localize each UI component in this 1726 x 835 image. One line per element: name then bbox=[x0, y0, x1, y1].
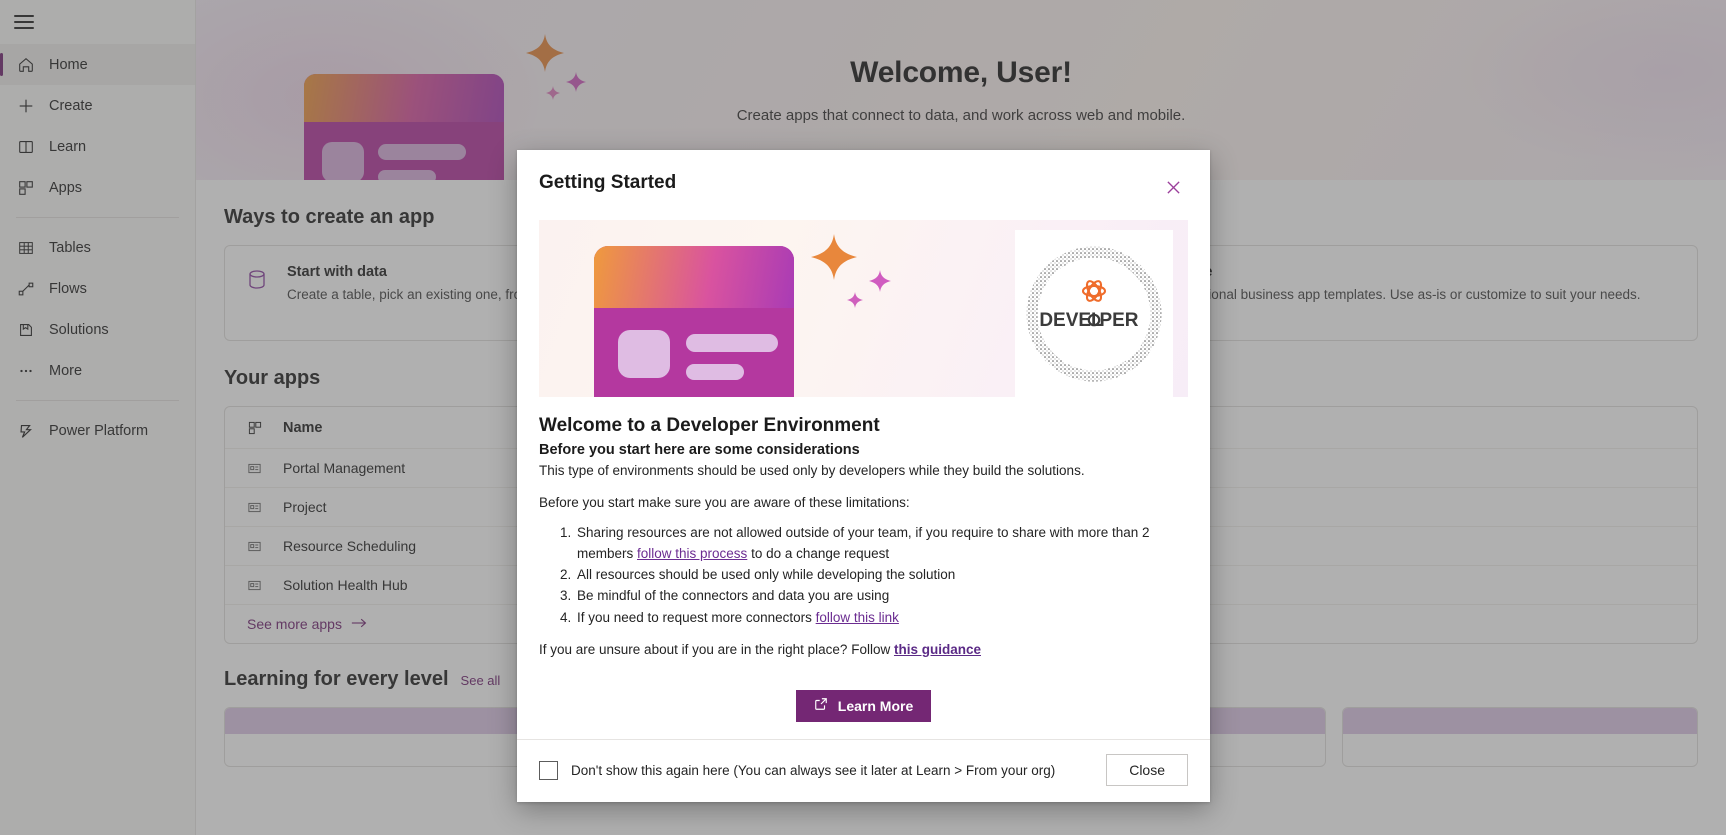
follow-this-process-link[interactable]: follow this process bbox=[637, 546, 747, 561]
this-guidance-link[interactable]: this guidance bbox=[894, 642, 981, 657]
list-item: Be mindful of the connectors and data yo… bbox=[575, 585, 1188, 606]
list-item-text: If you need to request more connectors bbox=[577, 609, 816, 625]
getting-started-dialog: Getting Started DEVEL PER Welcome to a D… bbox=[517, 150, 1210, 802]
sparkle-icon bbox=[847, 292, 863, 308]
app-root: Home Create Learn Apps Tables Flows Solu… bbox=[0, 0, 1726, 835]
list-item-text: Be mindful of the connectors and data yo… bbox=[577, 588, 890, 604]
learn-more-button[interactable]: Learn More bbox=[795, 689, 932, 722]
close-icon[interactable] bbox=[1158, 172, 1188, 202]
dialog-closing-line: If you are unsure about if you are in th… bbox=[539, 641, 1188, 660]
dialog-title: Getting Started bbox=[539, 172, 677, 193]
dialog-footer: Don't show this again here (You can alwa… bbox=[517, 739, 1210, 802]
sparkle-icon bbox=[869, 270, 891, 292]
developer-badge-graphic: DEVEL PER bbox=[1026, 246, 1162, 381]
limitations-list: Sharing resources are not allowed outsid… bbox=[575, 522, 1188, 628]
banner-app-card-art bbox=[594, 246, 794, 397]
dialog-banner-image: DEVEL PER bbox=[539, 220, 1188, 397]
dont-show-again-checkbox[interactable] bbox=[539, 760, 558, 780]
close-button[interactable]: Close bbox=[1106, 754, 1188, 786]
dialog-header: Getting Started bbox=[517, 150, 1210, 202]
list-item: Sharing resources are not allowed outsid… bbox=[575, 522, 1188, 564]
dialog-paragraph-2: Before you start make sure you are aware… bbox=[539, 494, 910, 510]
list-item-text-post: to do a change request bbox=[747, 545, 890, 561]
external-link-icon bbox=[814, 697, 828, 714]
list-item: All resources should be used only while … bbox=[575, 564, 1188, 585]
dialog-paragraph-1: This type of environments should be used… bbox=[539, 463, 1085, 478]
developer-badge: DEVEL PER bbox=[1015, 230, 1173, 397]
sparkle-icon bbox=[811, 234, 857, 280]
dont-show-again-label: Don't show this again here (You can alwa… bbox=[571, 762, 1056, 778]
dialog-heading: Welcome to a Developer Environment bbox=[539, 415, 880, 436]
dialog-subheading: Before you start here are some considera… bbox=[539, 442, 860, 458]
list-item-text: All resources should be used only while … bbox=[577, 567, 956, 583]
closing-text: If you are unsure about if you are in th… bbox=[539, 641, 894, 657]
follow-this-link-link[interactable]: follow this link bbox=[816, 610, 899, 625]
dont-show-again-row: Don't show this again here (You can alwa… bbox=[539, 760, 1056, 780]
developer-badge-text-left: DEVEL bbox=[1039, 310, 1103, 331]
learn-more-row: Learn More bbox=[539, 689, 1188, 722]
list-item: If you need to request more connectors f… bbox=[575, 607, 1188, 628]
developer-badge-text-right: PER bbox=[1099, 310, 1138, 331]
dialog-body: DEVEL PER Welcome to a Developer Environ… bbox=[517, 202, 1210, 739]
learn-more-label: Learn More bbox=[837, 697, 914, 714]
